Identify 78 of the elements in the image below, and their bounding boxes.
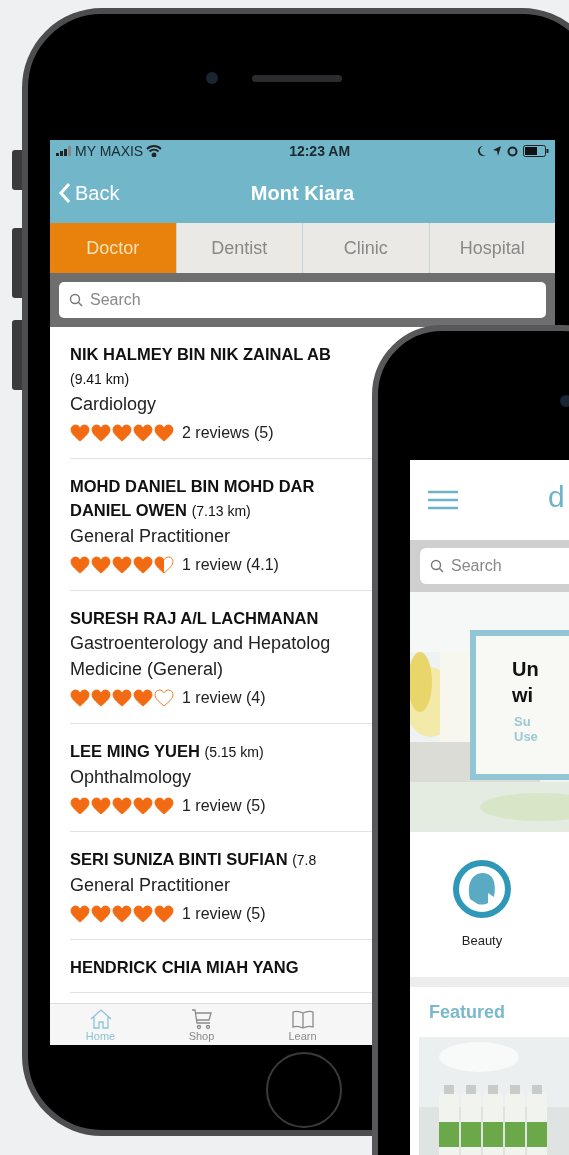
- home-icon: [88, 1007, 113, 1030]
- search-field[interactable]: Search: [59, 282, 546, 318]
- search-icon: [69, 293, 83, 307]
- heart-icon: [133, 689, 153, 707]
- heart-icon: [133, 905, 153, 923]
- heart-icon: [112, 689, 132, 707]
- location-icon: [492, 145, 502, 157]
- category-tab[interactable]: Doctor: [50, 223, 177, 273]
- doctor-specialty: General Practitioner: [70, 874, 232, 897]
- doctor-name: NIK HALMEY BIN NIK ZAINAL AB (9.41 km): [70, 344, 332, 389]
- heart-icon: [91, 556, 111, 574]
- search-placeholder: Search: [90, 290, 141, 310]
- signal-icon: [56, 146, 72, 156]
- heart-icon: [70, 905, 90, 923]
- back-button[interactable]: Back: [58, 178, 120, 208]
- heart-icon: [91, 689, 111, 707]
- heart-icon: [133, 797, 153, 815]
- heart-icon: [154, 905, 174, 923]
- promo-subtitle: Use: [514, 729, 538, 744]
- doctor-name: LEE MING YUEH (5.15 km): [70, 741, 265, 762]
- wifi-icon: [146, 145, 163, 157]
- doctor-name: SURESH RAJ A/L LACHMANAN: [70, 608, 320, 629]
- category-button[interactable]: Beauty: [452, 858, 512, 951]
- review-count: 1 review (4): [182, 688, 266, 708]
- tab-bar-item[interactable]: Shop: [151, 1004, 252, 1045]
- app-logo: d: [548, 482, 565, 512]
- promo-heading: wi: [512, 683, 534, 708]
- promo-heading: Un: [512, 657, 539, 682]
- chevron-left-icon: [58, 182, 71, 204]
- review-count: 1 review (5): [182, 904, 266, 924]
- status-time: 12:23 AM: [289, 141, 351, 161]
- heart-icon: [70, 689, 90, 707]
- heart-icon: [91, 797, 111, 815]
- heart-icon: [154, 424, 174, 442]
- doctor-name: HENDRICK CHIA MIAH YANG: [70, 957, 300, 978]
- review-count: 1 review (4.1): [182, 555, 279, 575]
- heart-icon: [70, 797, 90, 815]
- review-count: 1 review (5): [182, 796, 266, 816]
- doctor-specialty: Gastroenterology and Hepatolog Medicine (General): [70, 632, 332, 681]
- heart-icon: [70, 424, 90, 442]
- doctor-specialty: Cardiology: [70, 393, 158, 416]
- heart-icon: [112, 424, 132, 442]
- heart-icon: [112, 905, 132, 923]
- heart-icon: [154, 556, 174, 574]
- moon-icon: [477, 145, 487, 157]
- heart-icon: [133, 556, 153, 574]
- cart-icon: [189, 1007, 214, 1030]
- promo-subtitle: Su: [514, 714, 531, 729]
- home-button[interactable]: [266, 1052, 342, 1128]
- screen-title: Mont Kiara: [250, 180, 355, 206]
- camera-icon: [206, 72, 218, 84]
- search-placeholder: Search: [451, 556, 502, 576]
- category-tab[interactable]: Dentist: [176, 223, 303, 273]
- heart-icon: [154, 797, 174, 815]
- carrier-name: MY MAXIS: [75, 141, 144, 161]
- review-count: 2 reviews (5): [182, 423, 274, 443]
- category-tab[interactable]: Hospital: [429, 223, 555, 273]
- menu-icon[interactable]: [428, 490, 458, 510]
- heart-icon: [91, 424, 111, 442]
- search-field[interactable]: Search: [420, 548, 569, 584]
- battery-icon: [523, 145, 549, 157]
- search-icon: [430, 559, 444, 573]
- tab-bar-item[interactable]: Learn: [252, 1004, 353, 1045]
- section-title: Featured: [429, 1000, 506, 1024]
- doctor-name: SERI SUNIZA BINTI SUFIAN (7.8: [70, 849, 318, 870]
- heart-icon: [133, 424, 153, 442]
- heart-icon: [112, 797, 132, 815]
- heart-icon: [91, 905, 111, 923]
- woman-icon: [452, 858, 512, 919]
- tab-bar-item[interactable]: Home: [50, 1004, 151, 1045]
- doctor-specialty: Ophthalmology: [70, 766, 193, 789]
- doctor-name: MOHD DANIEL BIN MOHD DAR DANIEL OWEN (7.13 km): [70, 476, 316, 521]
- heart-icon: [70, 556, 90, 574]
- heart-icon: [112, 556, 132, 574]
- doctor-specialty: General Practitioner: [70, 525, 232, 548]
- camera-icon: [560, 395, 569, 407]
- category-tab[interactable]: Clinic: [303, 223, 430, 273]
- heart-icon: [154, 689, 174, 707]
